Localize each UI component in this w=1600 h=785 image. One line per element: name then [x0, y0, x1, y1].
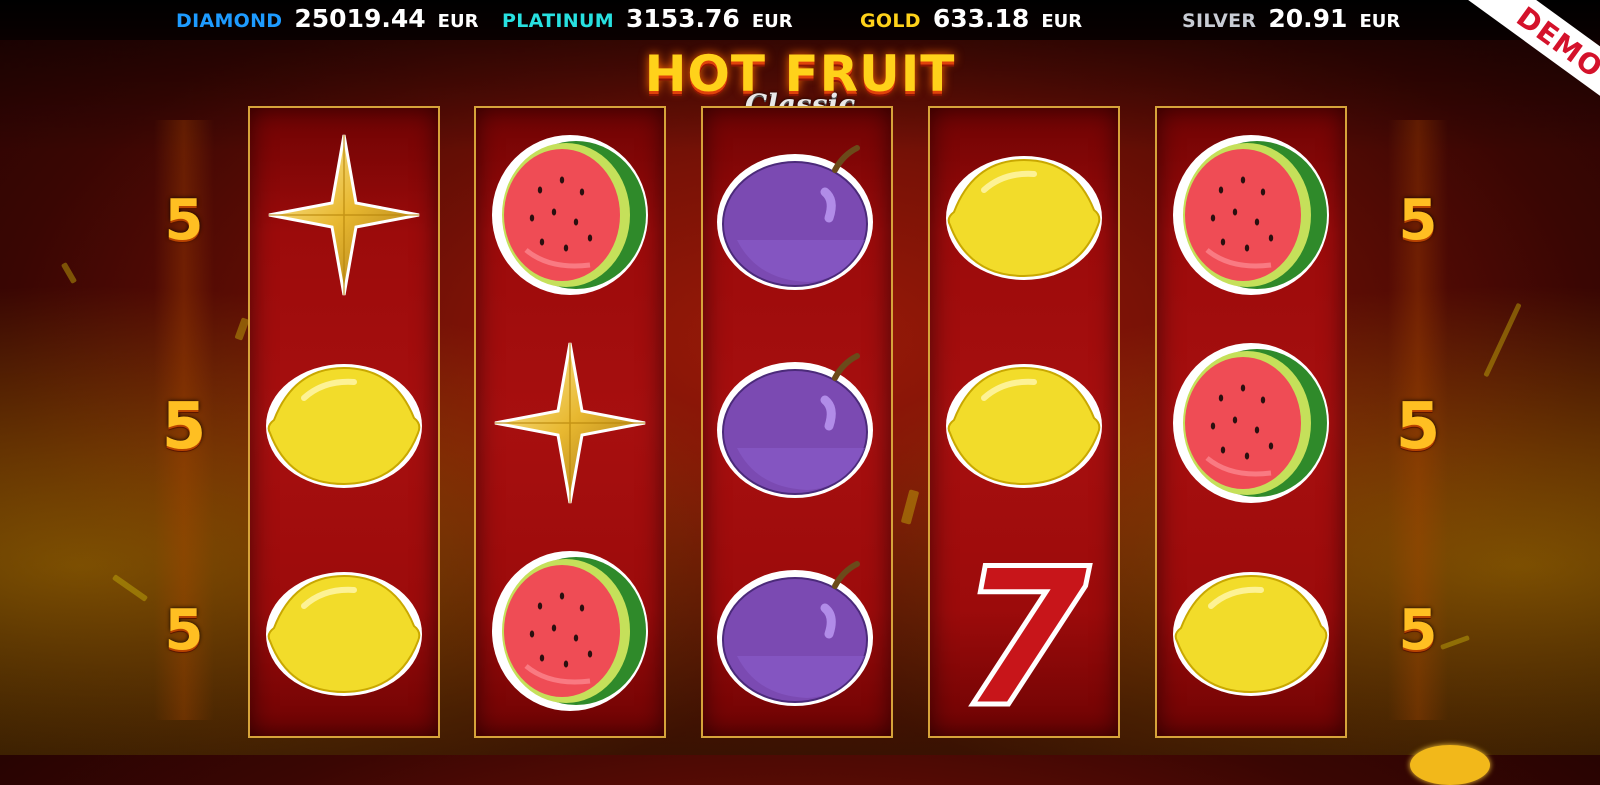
watermelon-symbol [476, 116, 664, 316]
jackpot-diamond-label: DIAMOND [176, 10, 283, 32]
jackpot-silver-currency: EUR [1359, 11, 1401, 32]
star-symbol [250, 116, 438, 316]
jackpot-gold: GOLD 633.18 EUR [860, 4, 1082, 36]
reel-2 [474, 106, 666, 738]
jackpot-gold-currency: EUR [1041, 11, 1083, 32]
lemon-symbol [930, 116, 1118, 316]
watermelon-symbol [476, 532, 664, 732]
payline-left-1[interactable]: 5 [154, 188, 214, 253]
seven-symbol-text: 7 [958, 546, 1090, 716]
plum-symbol [703, 532, 891, 732]
paylines-right: 5 5 5 [1388, 110, 1448, 730]
plum-symbol [703, 116, 891, 316]
watermelon-symbol [1157, 116, 1345, 316]
jackpot-diamond: DIAMOND 25019.44 EUR [176, 4, 478, 36]
lemon-symbol [250, 532, 438, 732]
watermelon-symbol [1157, 324, 1345, 524]
jackpot-platinum: PLATINUM 3153.76 EUR [502, 4, 793, 36]
jackpot-silver: SILVER 20.91 EUR [1182, 4, 1400, 36]
jackpot-diamond-currency: EUR [437, 11, 479, 32]
seven-symbol: 7 [930, 532, 1118, 732]
payline-right-1[interactable]: 5 [1388, 188, 1448, 253]
jackpot-silver-label: SILVER [1182, 10, 1257, 32]
payline-left-3[interactable]: 5 [154, 598, 214, 663]
jackpot-bar: DIAMOND 25019.44 EUR PLATINUM 3153.76 EU… [0, 0, 1600, 40]
jackpot-platinum-value: 3153.76 [625, 4, 740, 33]
lemon-symbol [250, 324, 438, 524]
jackpot-platinum-currency: EUR [751, 11, 793, 32]
jackpot-gold-label: GOLD [860, 10, 921, 32]
coin-button[interactable] [1410, 745, 1490, 785]
jackpot-diamond-value: 25019.44 [294, 4, 426, 33]
reel-3 [701, 106, 893, 738]
payline-right-3[interactable]: 5 [1388, 598, 1448, 663]
jackpot-silver-value: 20.91 [1268, 4, 1348, 33]
payline-left-2[interactable]: 5 [154, 390, 214, 464]
reel-5 [1155, 106, 1347, 738]
jackpot-platinum-label: PLATINUM [502, 10, 614, 32]
reel-1 [248, 106, 440, 738]
paylines-left: 5 5 5 [154, 110, 214, 730]
star-symbol [476, 324, 664, 524]
lemon-symbol [1157, 532, 1345, 732]
plum-symbol [703, 324, 891, 524]
lemon-symbol [930, 324, 1118, 524]
reel-4: 7 [928, 106, 1120, 738]
payline-right-2[interactable]: 5 [1388, 390, 1448, 464]
jackpot-gold-value: 633.18 [932, 4, 1030, 33]
